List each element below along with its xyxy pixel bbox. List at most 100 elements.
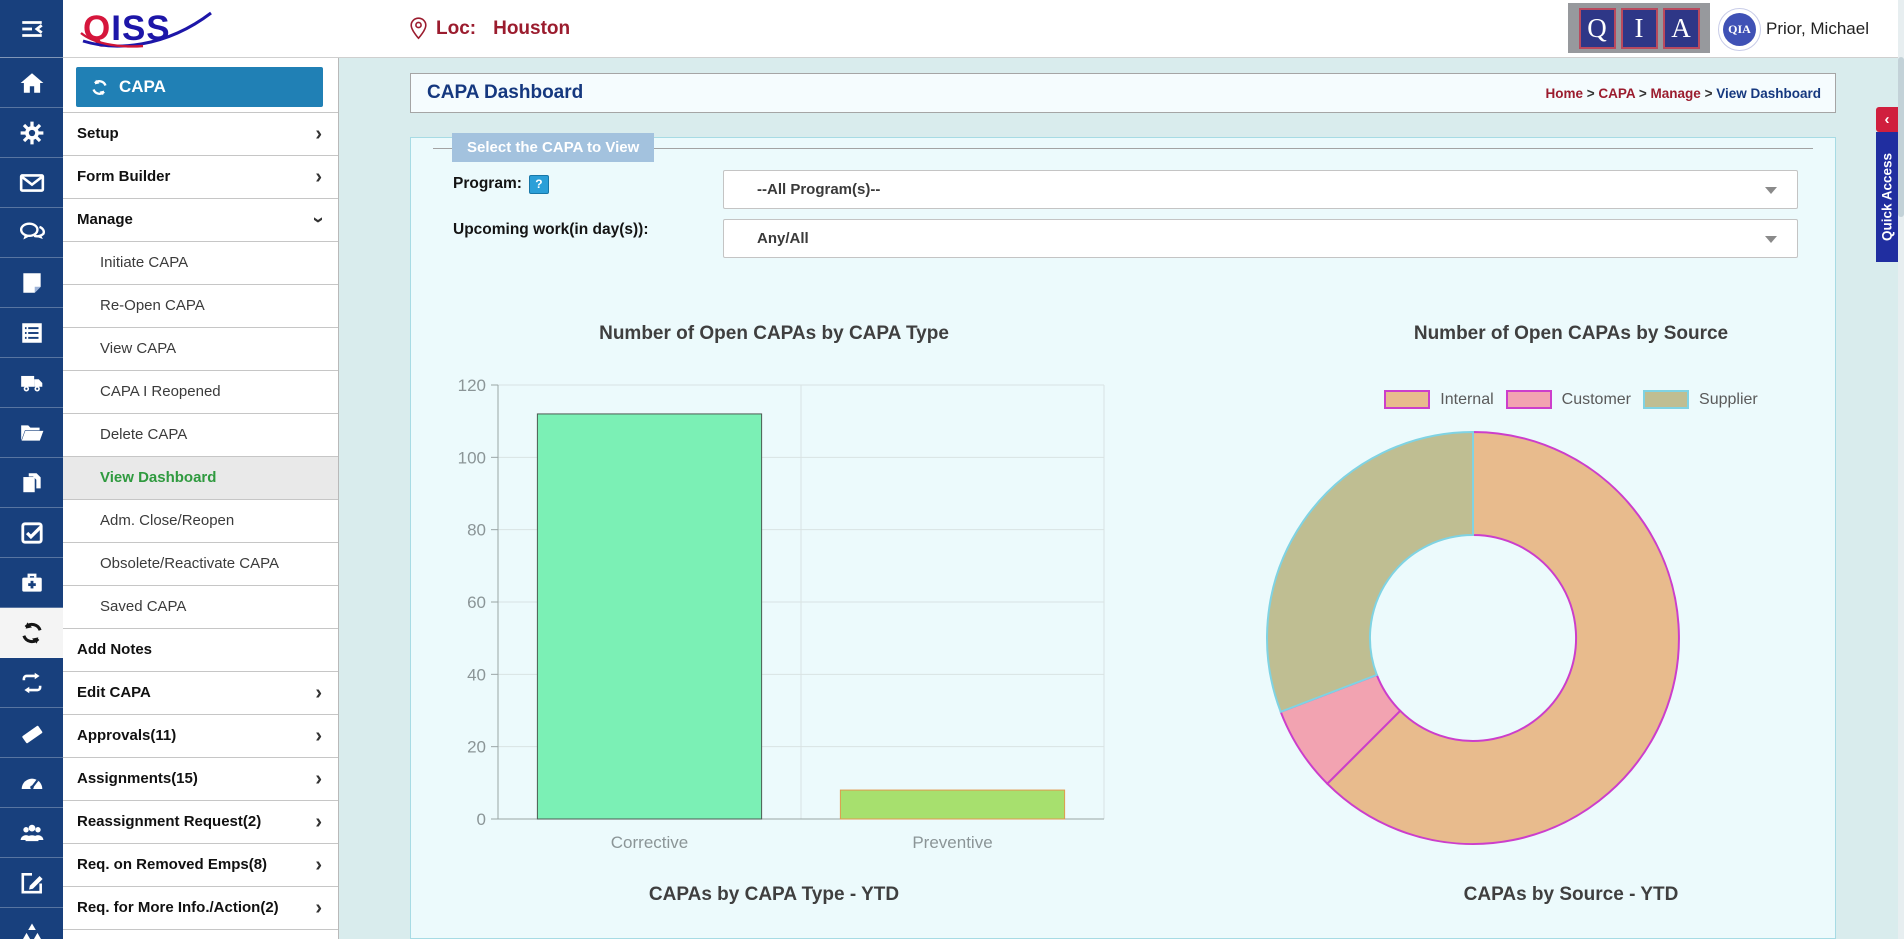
sidebar-item-obsolete-reactivate-capa[interactable]: Obsolete/Reactivate CAPA	[63, 543, 338, 586]
sidebar-item-re-open-capa[interactable]: Re-Open CAPA	[63, 285, 338, 328]
upcoming-work-dropdown[interactable]: Any/All	[723, 219, 1798, 258]
qiss-logo[interactable]: QISS	[83, 8, 233, 52]
svg-text:20: 20	[467, 738, 486, 757]
pie-chart-legend: Internal Customer Supplier	[1271, 390, 1871, 409]
legend-item-internal[interactable]: Internal	[1384, 390, 1493, 409]
sidebar-item-approvals[interactable]: Approvals(11)	[63, 715, 338, 758]
breadcrumb-capa[interactable]: CAPA	[1583, 86, 1635, 101]
sidebar-item-view-capa[interactable]: View CAPA	[63, 328, 338, 371]
sidebar-item-assignments[interactable]: Assignments(15)	[63, 758, 338, 801]
sidebar-item-add-notes[interactable]: Add Notes	[63, 629, 338, 672]
sidebar-item-view-dashboard[interactable]: View Dashboard	[63, 457, 338, 500]
gauge-icon	[19, 770, 45, 796]
qia-letter-q: Q	[1579, 8, 1616, 49]
pie-chart-caption: CAPAs by Source - YTD	[1271, 884, 1871, 906]
logo-swoosh	[79, 8, 229, 54]
rail-item-home[interactable]	[0, 58, 63, 108]
rail-item-teams[interactable]	[0, 808, 63, 858]
hamburger-icon	[19, 16, 45, 42]
rail-item-messages[interactable]	[0, 158, 63, 208]
rail-item-capa[interactable]	[0, 608, 63, 658]
sidebar-item-req-for-more-info-action[interactable]: Req. for More Info./Action(2)	[63, 887, 338, 930]
chevron-right-icon	[315, 672, 322, 714]
svg-text:80: 80	[467, 521, 486, 540]
pie-chart-title: Number of Open CAPAs by Source	[1271, 323, 1871, 345]
rail-item-settings[interactable]	[0, 108, 63, 158]
rail-item-notes[interactable]	[0, 258, 63, 308]
upcoming-dropdown-value: Any/All	[757, 230, 809, 247]
svg-text:40: 40	[467, 665, 486, 684]
chevron-right-icon	[315, 156, 322, 198]
medkit-icon	[19, 570, 45, 596]
bar-chart[interactable]: 020406080100120CorrectivePreventive	[441, 373, 1121, 865]
caret-down-icon	[1765, 236, 1777, 243]
rail-item-records[interactable]	[0, 308, 63, 358]
menu-list: Setup Form Builder Manage Initiate CAPA …	[63, 112, 338, 939]
top-bar: QISS Loc: Houston Q I A QIA Prior, Micha…	[63, 0, 1904, 58]
rail-item-safety[interactable]	[0, 558, 63, 608]
location-selector[interactable]: Loc: Houston	[410, 0, 570, 57]
rail-item-documents[interactable]	[0, 458, 63, 508]
rail-item-dashboard[interactable]	[0, 758, 63, 808]
bar-chart-caption: CAPAs by CAPA Type - YTD	[474, 884, 1074, 906]
upcoming-work-label: Upcoming work(in day(s)):	[453, 221, 648, 239]
legend-item-customer[interactable]: Customer	[1506, 390, 1631, 409]
chevron-right-icon	[315, 887, 322, 929]
chevron-right-icon	[315, 113, 322, 155]
eraser-icon	[19, 720, 45, 746]
retweet-icon	[19, 670, 45, 696]
sidebar-item-view-audit-trail[interactable]: View Audit Trail	[63, 930, 338, 939]
chevron-right-icon	[315, 715, 322, 757]
program-dropdown[interactable]: --All Program(s)--	[723, 170, 1798, 209]
legend-swatch-supplier	[1643, 390, 1689, 409]
page-scrollbar[interactable]	[1898, 0, 1904, 939]
breadcrumb-home[interactable]: Home	[1546, 86, 1584, 101]
module-header-label: CAPA	[119, 77, 166, 97]
rail-item-menu[interactable]	[0, 0, 63, 58]
list-icon	[19, 320, 45, 346]
sidebar-item-manage[interactable]: Manage	[63, 199, 338, 242]
sidebar-item-setup[interactable]: Setup	[63, 113, 338, 156]
rail-item-files[interactable]	[0, 408, 63, 458]
sidebar-item-initiate-capa[interactable]: Initiate CAPA	[63, 242, 338, 285]
users-icon	[19, 820, 45, 846]
quick-access-tab[interactable]: Quick Access	[1876, 132, 1898, 262]
app-window: CAPA Setup Form Builder Manage Initiate …	[0, 0, 1904, 939]
rail-item-recycle[interactable]	[0, 908, 63, 939]
user-avatar[interactable]: QIA	[1718, 8, 1761, 51]
rail-item-discussions[interactable]	[0, 208, 63, 258]
svg-text:0: 0	[477, 810, 486, 829]
page-title: CAPA Dashboard	[427, 82, 583, 104]
edit-icon	[19, 870, 45, 896]
module-header-capa[interactable]: CAPA	[76, 67, 323, 107]
legend-item-supplier[interactable]: Supplier	[1643, 390, 1758, 409]
qia-logo: Q I A	[1568, 3, 1710, 53]
sidebar-item-req-on-removed-emps[interactable]: Req. on Removed Emps(8)	[63, 844, 338, 887]
sidebar-item-edit-capa[interactable]: Edit CAPA	[63, 672, 338, 715]
sidebar-item-form-builder[interactable]: Form Builder	[63, 156, 338, 199]
sidebar-item-adm-close-reopen[interactable]: Adm. Close/Reopen	[63, 500, 338, 543]
gear-icon	[19, 120, 45, 146]
pie-chart[interactable]	[1259, 424, 1687, 852]
rail-item-cleanup[interactable]	[0, 708, 63, 758]
rail-item-workflow[interactable]	[0, 658, 63, 708]
scrollbar-thumb[interactable]	[1898, 57, 1904, 217]
quick-access-arrow[interactable]: ‹	[1876, 107, 1898, 132]
breadcrumb-manage[interactable]: Manage	[1635, 86, 1701, 101]
mail-icon	[19, 170, 45, 196]
sidebar-menu: CAPA Setup Form Builder Manage Initiate …	[63, 57, 339, 939]
sidebar-item-delete-capa[interactable]: Delete CAPA	[63, 414, 338, 457]
upcoming-label-row: Upcoming work(in day(s)):	[453, 210, 733, 250]
user-name: Prior, Michael	[1766, 0, 1869, 57]
help-icon[interactable]: ?	[529, 175, 549, 194]
sidebar-item-capa-i-reopened[interactable]: CAPA I Reopened	[63, 371, 338, 414]
chevron-right-icon	[315, 844, 322, 886]
truck-icon	[19, 370, 45, 396]
breadcrumb-view-dashboard: View Dashboard	[1701, 86, 1821, 101]
sidebar-item-reassignment-request[interactable]: Reassignment Request(2)	[63, 801, 338, 844]
sidebar-item-saved-capa[interactable]: Saved CAPA	[63, 586, 338, 629]
rail-item-edit-forms[interactable]	[0, 858, 63, 908]
rail-item-tasks[interactable]	[0, 508, 63, 558]
program-label-row: Program: ?	[453, 164, 733, 204]
rail-item-shipping[interactable]	[0, 358, 63, 408]
